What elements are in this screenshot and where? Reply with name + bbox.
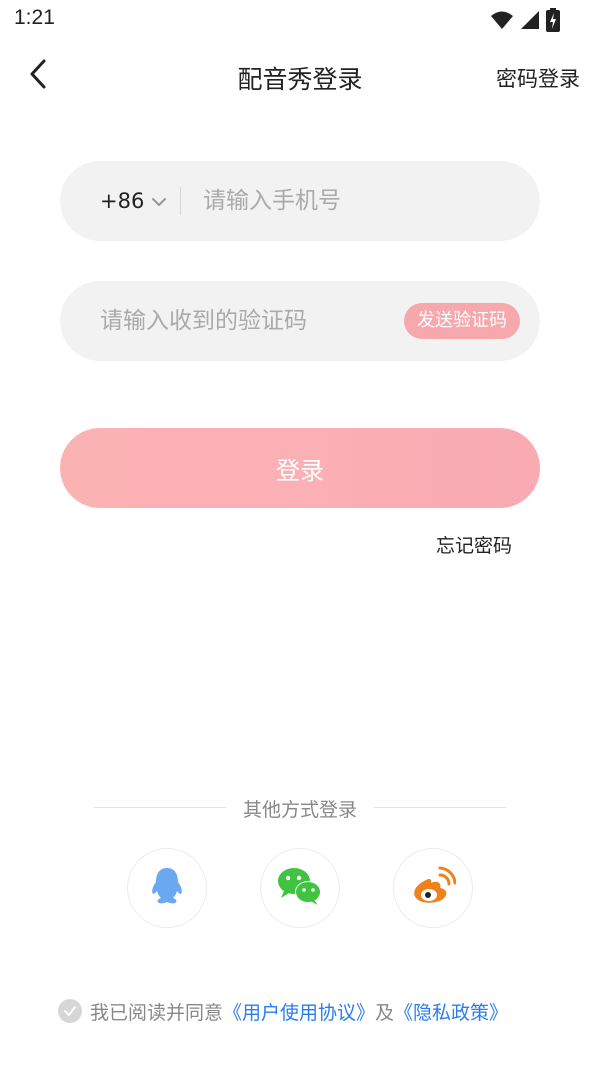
status-bar: 1:21 bbox=[0, 0, 600, 40]
verification-code-input[interactable] bbox=[100, 301, 390, 341]
agreement-and: 及 bbox=[375, 1001, 395, 1024]
field-divider bbox=[180, 187, 181, 215]
status-icons bbox=[490, 8, 560, 32]
agreement-checkbox[interactable] bbox=[58, 999, 82, 1023]
phone-field: +86 bbox=[60, 161, 540, 241]
weibo-login-button[interactable] bbox=[393, 848, 473, 928]
country-code-value: +86 bbox=[100, 189, 145, 213]
agreement-prefix: 我已阅读并同意 bbox=[90, 1001, 224, 1024]
agreement-row: 我已阅读并同意 《用户使用协议》 及 《隐私政策》 bbox=[58, 997, 508, 1025]
login-button[interactable]: 登录 bbox=[60, 428, 540, 508]
code-field: 发送验证码 bbox=[60, 281, 540, 361]
header: 配音秀登录 密码登录 bbox=[0, 44, 600, 108]
status-time: 1:21 bbox=[14, 6, 55, 29]
send-code-button[interactable]: 发送验证码 bbox=[404, 303, 520, 339]
qq-login-button[interactable] bbox=[127, 848, 207, 928]
user-agreement-link[interactable]: 《用户使用协议》 bbox=[223, 998, 375, 1025]
wifi-icon bbox=[490, 10, 514, 30]
forgot-password-link[interactable]: 忘记密码 bbox=[436, 531, 512, 558]
qq-icon bbox=[150, 866, 184, 910]
password-login-link[interactable]: 密码登录 bbox=[496, 63, 580, 93]
other-login-label: 其他方式登录 bbox=[242, 799, 357, 821]
signal-icon bbox=[520, 10, 540, 30]
wechat-icon bbox=[276, 866, 324, 910]
other-login-divider: 其他方式登录 bbox=[94, 795, 506, 821]
privacy-policy-link[interactable]: 《隐私政策》 bbox=[394, 998, 508, 1025]
phone-input[interactable] bbox=[203, 181, 503, 221]
weibo-icon bbox=[410, 866, 457, 910]
divider-line bbox=[374, 807, 506, 808]
country-code-selector[interactable]: +86 bbox=[100, 186, 167, 216]
chevron-down-icon bbox=[152, 192, 167, 211]
wechat-login-button[interactable] bbox=[260, 848, 340, 928]
battery-icon bbox=[546, 8, 560, 32]
check-icon bbox=[63, 1000, 77, 1022]
